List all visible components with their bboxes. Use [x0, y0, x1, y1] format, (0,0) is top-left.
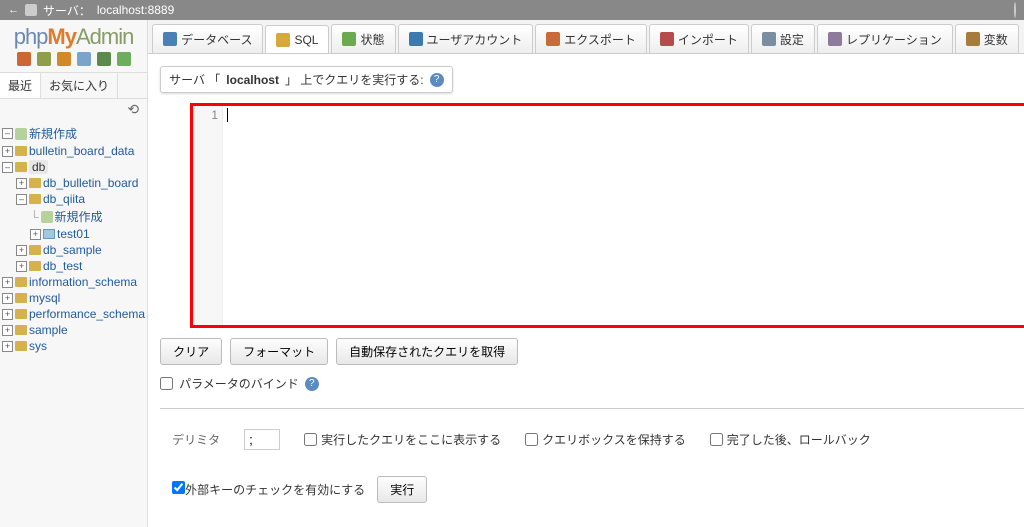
docs-icon[interactable]	[57, 52, 71, 66]
clear-button[interactable]: クリア	[160, 338, 222, 365]
show-query-label: 実行したクエリをここに表示する	[321, 431, 501, 448]
fk-check-label: 外部キーのチェックを有効にする	[185, 483, 365, 497]
delimiter-input[interactable]	[244, 429, 280, 450]
tree-bulletin[interactable]: bulletin_board_data	[29, 144, 134, 158]
tree-db-bulletin[interactable]: db_bulletin_board	[43, 176, 138, 190]
tree-sample[interactable]: sample	[29, 323, 68, 337]
logout-icon[interactable]	[37, 52, 51, 66]
run-query-label: サーバ 「localhost」 上でクエリを実行する: ?	[160, 66, 453, 93]
tree-db-qiita[interactable]: db_qiita	[43, 192, 85, 206]
tree-new[interactable]: 新規作成	[29, 125, 77, 142]
users-icon	[409, 32, 423, 46]
param-bind-label: パラメータのバインド	[179, 375, 299, 392]
export-icon	[546, 32, 560, 46]
editor-gutter: 1	[193, 106, 223, 325]
database-icon	[163, 32, 177, 46]
navi-icon[interactable]	[77, 52, 91, 66]
rollback-checkbox[interactable]	[710, 433, 723, 446]
fk-check-checkbox[interactable]	[172, 481, 185, 494]
tab-replication[interactable]: レプリケーション	[817, 24, 953, 53]
tab-import[interactable]: インポート	[649, 24, 749, 53]
rollback-label: 完了した後、ロールバック	[727, 431, 871, 448]
tab-variables[interactable]: 変数	[955, 24, 1019, 53]
reload-icon[interactable]	[97, 52, 111, 66]
tab-export[interactable]: エクスポート	[535, 24, 647, 53]
execute-button[interactable]: 実行	[377, 476, 427, 503]
tree-db-sample[interactable]: db_sample	[43, 243, 102, 257]
tab-users[interactable]: ユーザアカウント	[398, 24, 534, 53]
tab-favorite[interactable]: お気に入り	[41, 73, 118, 98]
help-icon[interactable]: ?	[430, 73, 444, 87]
delimiter-label: デリミタ	[172, 431, 220, 448]
variables-icon	[966, 32, 980, 46]
sql-editor[interactable]	[223, 106, 1024, 325]
status-icon	[342, 32, 356, 46]
gear-icon[interactable]	[1014, 2, 1016, 18]
tree-db-qiita-new[interactable]: 新規作成	[55, 208, 103, 225]
tree-test01[interactable]: test01	[57, 227, 90, 241]
help-icon[interactable]: ?	[305, 377, 319, 391]
logo: phpMyAdmin	[0, 20, 147, 52]
get-auto-saved-button[interactable]: 自動保存されたクエリを取得	[336, 338, 518, 365]
settings-icon[interactable]	[117, 52, 131, 66]
format-button[interactable]: フォーマット	[230, 338, 328, 365]
tree-mysql[interactable]: mysql	[29, 291, 60, 305]
keep-box-label: クエリボックスを保持する	[542, 431, 686, 448]
wrench-icon	[762, 32, 776, 46]
show-query-checkbox[interactable]	[304, 433, 317, 446]
tab-database[interactable]: データベース	[152, 24, 263, 53]
tree-db[interactable]: db	[29, 160, 48, 174]
tree-perf-schema[interactable]: performance_schema	[29, 307, 145, 321]
tree-db-test[interactable]: db_test	[43, 259, 82, 273]
server-label: サーバ：	[43, 2, 91, 19]
tree-info-schema[interactable]: information_schema	[29, 275, 137, 289]
server-host: localhost:8889	[97, 3, 174, 17]
new-icon	[15, 128, 27, 140]
tab-recent[interactable]: 最近	[0, 73, 41, 98]
param-bind-checkbox[interactable]	[160, 377, 173, 390]
keep-box-checkbox[interactable]	[525, 433, 538, 446]
tree-sys[interactable]: sys	[29, 339, 47, 353]
collapse-icon[interactable]: ⟲	[0, 99, 147, 120]
tab-sql[interactable]: SQL	[265, 25, 329, 54]
home-icon[interactable]	[17, 52, 31, 66]
server-icon	[25, 4, 37, 16]
tab-settings[interactable]: 設定	[751, 24, 815, 53]
sql-icon	[276, 33, 290, 47]
tab-status[interactable]: 状態	[331, 24, 395, 53]
import-icon	[660, 32, 674, 46]
replication-icon	[828, 32, 842, 46]
